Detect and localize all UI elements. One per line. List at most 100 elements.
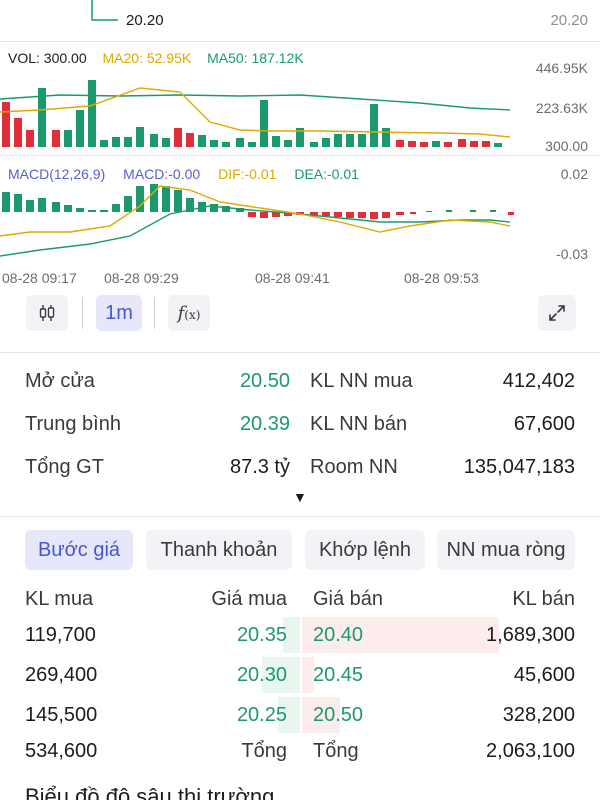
volume-bar [382,128,390,147]
volume-bar [358,134,366,147]
tab-matched-orders[interactable]: Khớp lệnh [305,530,425,570]
volume-bar [272,136,280,147]
price-line [91,0,118,21]
foreign-sell-value: 67,600 [513,413,575,435]
macd-bar [346,212,354,218]
foreign-sell-label: KL NN bán [310,413,408,435]
volume-bar [396,140,404,147]
macd-bar [64,205,72,212]
tab-foreign-net-buy[interactable]: NN mua ròng [437,530,575,570]
macd-bar [446,210,452,212]
buy-volume: 269,400 [25,664,98,686]
volume-panel[interactable]: VOL: 300.00 MA20: 52.95K MA50: 187.12K 4… [0,42,600,154]
expand-stats-caret[interactable]: ▼ [293,489,307,505]
macd-bar [322,212,330,216]
foreign-buy-value: 412,402 [502,370,575,392]
volume-bar [284,140,292,147]
macd-bar [162,186,170,212]
volume-bar [494,143,502,147]
indicator-button[interactable]: f(x) [168,295,210,331]
volume-bar [334,134,342,147]
toolbar-divider [82,297,83,329]
buy-price: 20.30 [236,664,287,686]
macd-bar [426,211,432,212]
volume-bar [124,137,132,147]
expand-icon [549,305,565,321]
volume-bar [408,141,416,147]
sell-volume: 45,600 [513,664,575,686]
foreign-room-label: Room NN [310,456,398,478]
volume-bar [52,130,60,147]
volume-bar [64,130,72,147]
foreign-room-value: 135,047,183 [463,456,575,478]
sell-price: 20.50 [313,704,364,726]
open-label: Mở cửa [25,370,95,392]
volume-bar [248,142,256,147]
volume-bar [100,140,108,147]
interval-button[interactable]: 1m [96,295,142,331]
macd-bar [2,192,10,212]
volume-bar [222,142,230,147]
macd-bar [382,212,390,218]
macd-bar [508,212,514,215]
function-icon: f(x) [177,302,201,324]
volume-bar [458,139,466,147]
tab-price-step[interactable]: Bước giá [25,530,133,570]
price-axis-right-label: 20.20 [550,12,588,29]
toolbar-divider-bottom [0,352,600,353]
foreign-buy-label: KL NN mua [310,370,413,392]
macd-bar [334,212,342,217]
price-chart[interactable]: 20.20 20.20 [0,0,600,40]
candlestick-toggle-button[interactable] [26,295,68,331]
time-label: 08-28 09:29 [104,270,179,286]
volume-bar [470,141,478,147]
fullscreen-button[interactable] [538,295,576,331]
macd-axis-top: 0.02 [560,166,588,182]
buy-price: 20.35 [236,624,287,646]
avg-label: Trung bình [25,413,121,435]
volume-bar [322,138,330,147]
macd-bar [370,212,378,219]
macd-bar [124,196,132,212]
macd-bar [396,212,404,215]
sell-price: 20.45 [313,664,364,686]
volume-bar [76,110,84,147]
volume-bar [162,138,170,147]
volume-bar [198,135,206,147]
volume-axis-mid: 223.63K [535,100,588,116]
macd-axis-bottom: -0.03 [556,246,588,262]
macd-bar [210,204,218,212]
volume-bar [112,137,120,147]
volume-bar [236,138,244,147]
volume-bar [2,102,10,147]
volume-bar [444,142,452,147]
macd-panel[interactable]: MACD(12,26,9) MACD:-0.00 DIF:-0.01 DEA:-… [0,156,600,266]
volume-bar [210,140,218,147]
avg-value: 20.39 [239,413,290,435]
macd-bar [52,202,60,212]
total-buy-label: Tổng [241,740,287,762]
sell-volume: 328,200 [502,704,575,726]
sell-volume: 1,689,300 [486,624,575,646]
volume-bar [370,104,378,147]
macd-bar [112,204,120,212]
macd-bar [26,200,34,212]
volume-bar [186,133,194,147]
volume-bar [88,80,96,147]
price-line-svg [91,0,118,21]
total-sell-label: Tổng [313,740,359,762]
tab-liquidity[interactable]: Thanh khoản [146,530,292,570]
macd-bar [88,210,96,212]
volume-bar [174,128,182,147]
buy-price: 20.25 [236,704,287,726]
time-label: 08-28 09:17 [2,270,77,286]
macd-bar [150,184,158,212]
sell-volume-header: KL bán [512,588,575,610]
macd-bar [358,212,366,218]
depth-chart-title: Biểu đồ độ sâu thị trường [25,784,275,800]
macd-bar [76,208,84,212]
toolbar-divider [154,297,155,329]
time-axis: 08-28 09:17 08-28 09:29 08-28 09:41 08-2… [0,270,520,290]
volume-bar [26,130,34,147]
volume-bar [14,118,22,147]
